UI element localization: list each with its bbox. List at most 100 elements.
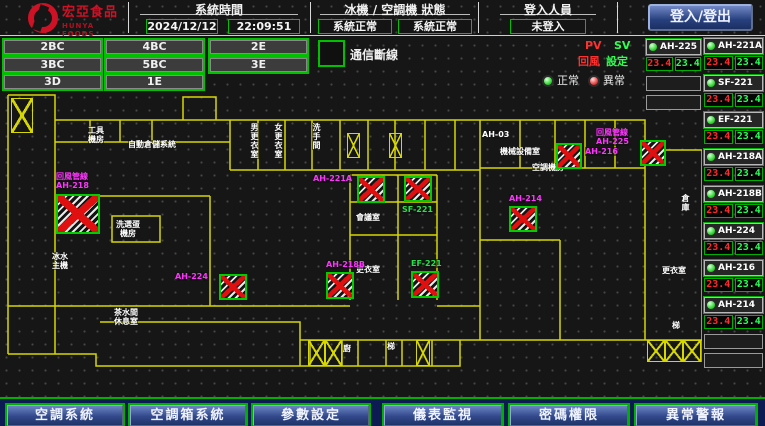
sv-value: 23.4 xyxy=(735,56,764,70)
room-label-locker-m: 男更衣室 xyxy=(250,123,259,159)
room-label-tea-room: 茶水間 休息室 xyxy=(114,308,138,326)
room-label-ah03: AH-03 xyxy=(482,130,509,139)
stair-icon xyxy=(665,340,683,362)
device-icon-ah-218[interactable] xyxy=(56,194,100,234)
device-icon-ah-218b[interactable] xyxy=(326,272,354,299)
device-icon-ah-225[interactable] xyxy=(640,140,666,166)
legend-abnormal: 異常 xyxy=(588,72,625,88)
unit-ah-218a[interactable]: AH-218A xyxy=(704,149,763,165)
unit-values-ah-218a: 23.423.4 xyxy=(704,167,763,181)
floor-button-4bc[interactable]: 4BC xyxy=(106,40,203,54)
header-divider xyxy=(617,2,618,33)
normal-led-icon xyxy=(542,75,554,87)
device-label-ah-225: 回風管線 AH-225 xyxy=(596,128,629,146)
abnormal-label: 異常 xyxy=(603,74,625,87)
device-label-ah-218b: AH-218B xyxy=(326,260,365,269)
floor-button-3e[interactable]: 3E xyxy=(210,58,307,72)
unit-values-ah-214: 23.423.4 xyxy=(704,315,763,329)
device-label-ah-224: AH-224 xyxy=(175,272,208,281)
sv-value: 23.4 xyxy=(735,93,764,107)
stair-icon xyxy=(11,98,33,133)
pv-value: 23.4 xyxy=(704,241,733,255)
chiller-status-value: 系統正常 xyxy=(318,19,392,34)
device-icon-ah-214[interactable] xyxy=(509,206,537,232)
unit-ah-221a[interactable]: AH-221A xyxy=(704,38,763,54)
pv-value: 23.4 xyxy=(704,204,733,218)
device-icon-ef-221[interactable] xyxy=(411,271,439,298)
sv-header-label: SV xyxy=(614,39,630,52)
room-label-chiller: 冰水 主機 xyxy=(52,252,68,270)
room-label-locker-right: 更衣室 xyxy=(662,266,686,275)
floor-button-3d[interactable]: 3D xyxy=(4,75,101,89)
floor-button-3bc[interactable]: 3BC xyxy=(4,58,101,72)
unit-values-ah-224: 23.423.4 xyxy=(704,241,763,255)
sv-value: 23.4 xyxy=(675,57,702,71)
header-divider xyxy=(128,2,129,33)
comm-disconnect-icon xyxy=(318,40,345,67)
pv-value: 23.4 xyxy=(704,56,733,70)
empty-unit-plate xyxy=(646,76,701,91)
sv-value: 23.4 xyxy=(735,315,764,329)
device-label-ah-221a: AH-221A xyxy=(313,174,352,183)
room-label-stair-b: 梯 xyxy=(672,321,680,330)
device-icon-ah-221a[interactable] xyxy=(357,176,385,203)
stair-icon xyxy=(325,340,342,366)
nav-password-auth[interactable]: 密碼權限 xyxy=(510,405,628,426)
unit-ah-214[interactable]: AH-214 xyxy=(704,297,763,313)
room-label-kitchen: 廚 xyxy=(343,344,351,353)
device-icon-sf-221[interactable] xyxy=(404,176,432,202)
unit-status-led-icon xyxy=(648,42,658,52)
unit-ah-225[interactable]: AH-225 xyxy=(646,39,701,55)
nav-ac-system[interactable]: 空調系統 xyxy=(7,405,123,426)
stair-icon xyxy=(347,133,360,158)
unit-values-ah-218b: 23.423.4 xyxy=(704,204,763,218)
unit-status-led-icon xyxy=(706,263,716,273)
unit-ef-221[interactable]: EF-221 xyxy=(704,112,763,128)
return-air-label: 回風 xyxy=(578,53,600,69)
unit-name-label: AH-214 xyxy=(718,300,755,310)
login-logout-button[interactable]: 登入/登出 xyxy=(648,4,753,31)
unit-status-led-icon xyxy=(706,300,716,310)
pv-value: 23.4 xyxy=(646,57,673,71)
device-icon-ah-216[interactable] xyxy=(556,143,582,169)
unit-column-right: AH-221A23.423.4SF-22123.423.4EF-22123.42… xyxy=(704,38,763,372)
stair-icon xyxy=(416,340,430,366)
stair-icon xyxy=(308,340,325,366)
system-time-label: 系統時間 xyxy=(140,1,298,15)
unit-ah-224[interactable]: AH-224 xyxy=(704,223,763,239)
sv-value: 23.4 xyxy=(735,167,764,181)
device-label-ah-216: AH-216 xyxy=(585,147,618,156)
floor-button-2e[interactable]: 2E xyxy=(210,40,307,54)
unit-name-label: AH-218B xyxy=(718,189,762,199)
unit-sf-221[interactable]: SF-221 xyxy=(704,75,763,91)
nav-meter-monitor[interactable]: 儀表監視 xyxy=(384,405,502,426)
pv-value: 23.4 xyxy=(704,315,733,329)
unit-name-label: AH-216 xyxy=(718,263,755,273)
abnormal-led-icon xyxy=(588,75,600,87)
nav-alarm[interactable]: 異常警報 xyxy=(636,405,756,426)
empty-unit-plate xyxy=(704,353,763,368)
nav-param-settings[interactable]: 參數設定 xyxy=(253,405,369,426)
header-divider xyxy=(310,2,311,33)
room-label-stair-a: 梯 xyxy=(387,342,395,351)
brand-name: 宏亞食品 xyxy=(62,6,118,19)
unit-name-label: AH-218A xyxy=(718,152,762,162)
floor-button-2bc[interactable]: 2BC xyxy=(4,40,101,54)
system-date-value: 2024/12/12 xyxy=(146,19,218,34)
unit-ah-216[interactable]: AH-216 xyxy=(704,260,763,276)
bottom-nav-bar: 空調系統空調箱系統參數設定儀表監視密碼權限異常警報 xyxy=(0,397,765,426)
nav-ahu-system[interactable]: 空調箱系統 xyxy=(130,405,246,426)
unit-status-led-icon xyxy=(706,226,716,236)
unit-name-label: AH-224 xyxy=(718,226,755,236)
empty-unit-plate xyxy=(646,95,701,110)
floor-button-5bc[interactable]: 5BC xyxy=(106,58,203,72)
device-icon-ah-224[interactable] xyxy=(219,274,247,300)
device-label-sf-221: SF-221 xyxy=(402,205,433,214)
unit-ah-218b[interactable]: AH-218B xyxy=(704,186,763,202)
unit-status-led-icon xyxy=(706,78,716,88)
pv-value: 23.4 xyxy=(704,167,733,181)
stair-icon xyxy=(647,340,665,362)
unit-values-ef-221: 23.423.4 xyxy=(704,130,763,144)
floor-button-1e[interactable]: 1E xyxy=(106,75,203,89)
ac-status-value: 系統正常 xyxy=(398,19,472,34)
